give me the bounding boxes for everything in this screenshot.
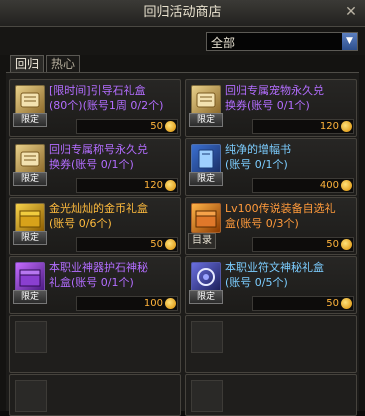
item-grid: 限定 [限时间]引导石礼盒 (80个)(账号1周 0/2个) 50 限定 回归专… [6, 73, 359, 416]
coin-icon [165, 298, 176, 309]
item-price: 100 [143, 298, 163, 309]
shop-item[interactable]: 限定 回归专属宠物永久兑 换券(账号 0/1个) 120 [185, 79, 357, 137]
limited-badge: 限定 [13, 290, 47, 304]
scroll-icon [15, 85, 45, 115]
empty-icon-slot [191, 321, 223, 353]
category-dropdown[interactable]: 全部 ▼ [206, 32, 358, 51]
empty-icon-slot [15, 380, 47, 412]
item-price: 120 [319, 121, 339, 132]
item-price: 50 [150, 121, 163, 132]
chevron-down-icon[interactable]: ▼ [342, 33, 357, 50]
item-name: 回归专属称号永久兑 换券(账号 0/1个) [49, 143, 148, 171]
limited-badge: 限定 [189, 113, 223, 127]
shop-item[interactable]: 限定 本职业神器护石神秘 礼盒(账号 0/1个) 100 [9, 256, 181, 314]
rune-box-icon [191, 262, 221, 292]
limited-badge: 限定 [189, 172, 223, 186]
price-bar: 50 [252, 237, 354, 252]
empty-icon-slot [15, 321, 47, 353]
item-price: 50 [150, 239, 163, 250]
item-price: 50 [326, 298, 339, 309]
tab-return[interactable]: 回归 [10, 55, 44, 73]
coin-icon [341, 180, 352, 191]
limited-badge: 限定 [13, 172, 47, 186]
limited-badge: 限定 [189, 290, 223, 304]
shop-item[interactable]: 限定 回归专属称号永久兑 换券(账号 0/1个) 120 [9, 138, 181, 196]
coin-icon [341, 239, 352, 250]
coin-icon [341, 298, 352, 309]
book-icon [191, 144, 221, 174]
empty-slot [9, 315, 181, 373]
price-bar: 120 [252, 119, 354, 134]
empty-slot [9, 374, 181, 416]
window-title: 回归活动商店 [143, 5, 222, 20]
price-bar: 120 [76, 178, 178, 193]
price-bar: 50 [252, 296, 354, 311]
empty-icon-slot [191, 380, 223, 412]
item-name: 金光灿灿的金币礼盒 (账号 0/6个) [49, 202, 148, 230]
scroll-icon [15, 144, 45, 174]
shop-item[interactable]: 限定 [限时间]引导石礼盒 (80个)(账号1周 0/2个) 50 [9, 79, 181, 137]
item-name: 纯净的增幅书 (账号 0/1个) [225, 143, 291, 171]
empty-slot [185, 315, 357, 373]
empty-slot [185, 374, 357, 416]
close-icon[interactable]: ✕ [343, 4, 359, 20]
tab-enthusiasm[interactable]: 热心 [46, 55, 80, 73]
coin-icon [165, 239, 176, 250]
shop-item[interactable]: 限定 本职业符文神秘礼盒 (账号 0/5个) 50 [185, 256, 357, 314]
item-name: 本职业神器护石神秘 礼盒(账号 0/1个) [49, 261, 148, 289]
limited-badge: 限定 [13, 231, 47, 245]
coin-icon [165, 180, 176, 191]
price-bar: 400 [252, 178, 354, 193]
title-bar: 回归活动商店 ✕ [0, 0, 365, 27]
coin-icon [341, 121, 352, 132]
coin-icon [165, 121, 176, 132]
catalog-button[interactable]: 目录 [188, 233, 216, 249]
legend-chest-icon [191, 203, 221, 233]
item-price: 400 [319, 180, 339, 191]
scroll-icon [191, 85, 221, 115]
purple-chest-icon [15, 262, 45, 292]
item-name: [限时间]引导石礼盒 (80个)(账号1周 0/2个) [49, 84, 164, 112]
item-name: 回归专属宠物永久兑 换券(账号 0/1个) [225, 84, 324, 112]
price-bar: 100 [76, 296, 178, 311]
price-bar: 50 [76, 119, 178, 134]
price-bar: 50 [76, 237, 178, 252]
limited-badge: 限定 [13, 113, 47, 127]
shop-item[interactable]: 限定 纯净的增幅书 (账号 0/1个) 400 [185, 138, 357, 196]
shop-item[interactable]: 目录 Lv100传说装备自选礼 盒(账号 0/3个) 50 [185, 197, 357, 255]
item-name: 本职业符文神秘礼盒 (账号 0/5个) [225, 261, 324, 289]
item-price: 50 [326, 239, 339, 250]
shop-window: 回归活动商店 ✕ 全部 ▼ 回归 热心 限定 [限时间]引导石礼盒 (80个)(… [0, 0, 365, 416]
shop-item[interactable]: 限定 金光灿灿的金币礼盒 (账号 0/6个) 50 [9, 197, 181, 255]
item-name: Lv100传说装备自选礼 盒(账号 0/3个) [225, 202, 336, 230]
dropdown-value: 全部 [211, 36, 236, 50]
gold-chest-icon [15, 203, 45, 233]
item-price: 120 [143, 180, 163, 191]
